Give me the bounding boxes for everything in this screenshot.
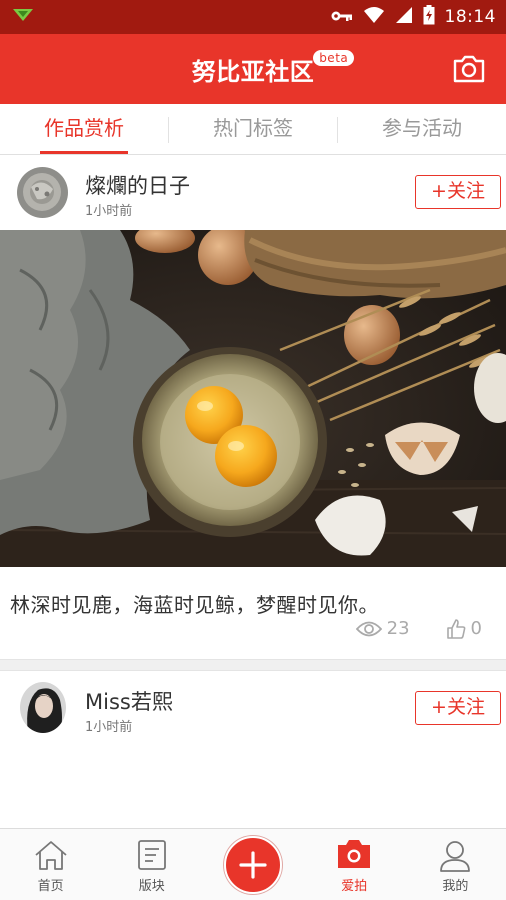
nav-label: 爱拍 <box>341 879 368 894</box>
status-bar: 18:14 <box>0 0 506 34</box>
camera-icon <box>453 55 485 83</box>
battery-icon <box>423 5 435 29</box>
post-card[interactable]: 燦爛的日子 1小时前 +关注 林深时见鹿，海蓝时见鲸，梦醒时见你。 23 0 <box>0 156 506 659</box>
author-name[interactable]: 燦爛的日子 <box>85 170 190 200</box>
add-post-button[interactable] <box>224 836 282 894</box>
post-header: Miss若熙 1小时前 +关注 <box>0 672 506 746</box>
notification-icon <box>12 7 34 29</box>
signal-icon <box>395 6 413 28</box>
post-stats: 23 0 <box>355 618 482 639</box>
beta-badge: beta <box>313 50 355 66</box>
author-name[interactable]: Miss若熙 <box>85 686 173 716</box>
nav-board[interactable]: 版块 <box>101 829 202 900</box>
board-icon <box>137 840 166 870</box>
avatar[interactable] <box>20 682 66 733</box>
wifi-icon <box>363 6 385 28</box>
home-icon <box>35 841 67 870</box>
follow-button[interactable]: +关注 <box>415 691 501 725</box>
thumbs-up-icon <box>446 618 465 639</box>
tab-bar: 作品赏析 热门标签 参与活动 <box>0 104 506 155</box>
avatar[interactable] <box>17 167 68 218</box>
tab-hot-tags[interactable]: 热门标签 <box>169 104 337 154</box>
post-caption: 林深时见鹿，海蓝时见鲸，梦醒时见你。 <box>10 593 379 617</box>
post-time: 1小时前 <box>85 720 133 735</box>
vpn-key-icon <box>331 8 353 27</box>
eye-icon <box>355 621 382 636</box>
tab-works[interactable]: 作品赏析 <box>0 104 168 154</box>
nav-label: 我的 <box>442 879 469 894</box>
nav-profile[interactable]: 我的 <box>405 829 506 900</box>
post-separator <box>0 659 506 671</box>
post-card[interactable]: Miss若熙 1小时前 +关注 <box>0 672 506 828</box>
post-image[interactable] <box>0 230 506 567</box>
plus-icon <box>239 851 267 879</box>
view-count: 23 <box>386 618 410 639</box>
like-button[interactable]: 0 <box>446 618 482 639</box>
status-time: 18:14 <box>444 7 496 27</box>
like-count: 0 <box>470 618 482 639</box>
camera-icon <box>338 840 371 868</box>
app-bar: 努比亚社区 beta <box>0 34 506 104</box>
camera-button[interactable] <box>452 54 486 84</box>
profile-icon <box>440 841 471 872</box>
follow-button[interactable]: +关注 <box>415 175 501 209</box>
tab-activities[interactable]: 参与活动 <box>338 104 506 154</box>
nav-home[interactable]: 首页 <box>0 829 101 900</box>
bottom-nav: 首页 版块 爱拍 我的 <box>0 828 506 900</box>
nav-post[interactable] <box>202 829 303 900</box>
nav-photo[interactable]: 爱拍 <box>304 829 405 900</box>
post-time: 1小时前 <box>85 204 133 219</box>
post-header: 燦爛的日子 1小时前 +关注 <box>0 156 506 230</box>
nav-label: 首页 <box>37 879 64 894</box>
nav-label: 版块 <box>138 879 165 894</box>
app-title: 努比亚社区 <box>191 58 315 86</box>
